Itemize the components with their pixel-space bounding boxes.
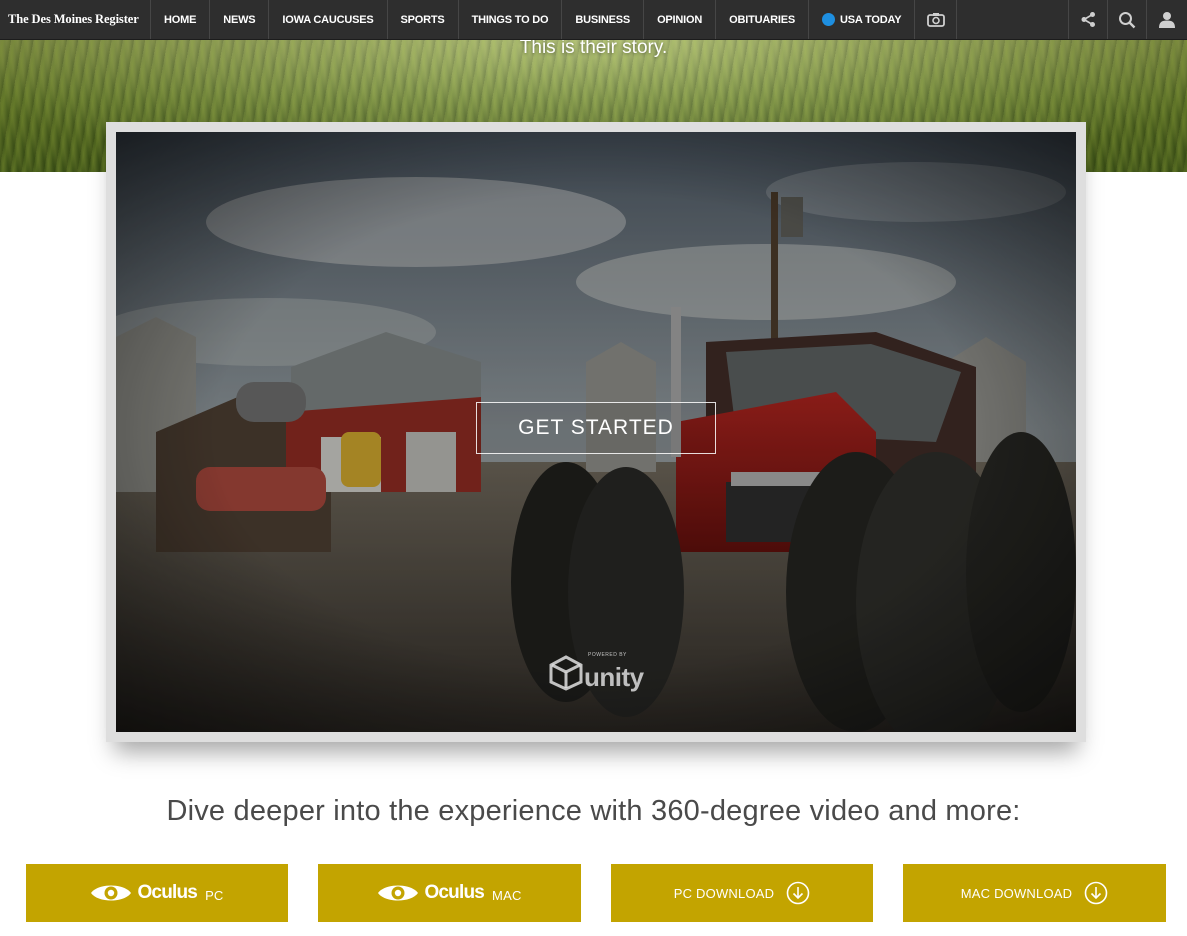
nav-item-usa-today[interactable]: USA TODAY (809, 0, 916, 39)
nav-item-news[interactable]: NEWS (210, 0, 270, 39)
oculus-pc-button[interactable]: Oculus PC (26, 864, 288, 922)
user-account-button[interactable] (1146, 0, 1187, 39)
pc-download-label: PC DOWNLOAD (673, 885, 775, 901)
unity-cube-icon (549, 655, 583, 691)
oculus-mac-platform: MAC (492, 887, 522, 903)
mac-download-button[interactable]: MAC DOWNLOAD (903, 864, 1166, 922)
mac-download-label: MAC DOWNLOAD (960, 885, 1073, 901)
user-icon (1159, 12, 1175, 28)
site-logo[interactable]: The Des Moines Register (0, 0, 151, 39)
nav-item-business[interactable]: BUSINESS (562, 0, 645, 39)
search-icon (1119, 11, 1136, 28)
oculus-pc-platform: PC (205, 887, 224, 903)
nav-item-sports[interactable]: SPORTS (388, 0, 459, 39)
top-navigation-bar: The Des Moines Register HOME NEWS IOWA C… (0, 0, 1187, 40)
nav-item-usa-today-label: USA TODAY (839, 13, 902, 26)
pc-download-button[interactable]: PC DOWNLOAD (611, 864, 873, 922)
usa-today-dot-icon (821, 13, 835, 26)
download-icon (1084, 881, 1108, 905)
eye-icon (378, 885, 419, 901)
game-scene[interactable]: GET STARTED POWERED BY unity (116, 132, 1076, 732)
nav-item-opinion[interactable]: OPINION (644, 0, 717, 39)
camera-icon (926, 13, 945, 27)
game-embed-frame: GET STARTED POWERED BY unity (106, 122, 1086, 742)
search-button[interactable] (1107, 0, 1146, 39)
dive-deeper-heading: Dive deeper into the experience with 360… (166, 795, 1021, 827)
oculus-mac-brand: Oculus (424, 882, 485, 903)
camera-button[interactable] (915, 0, 958, 39)
unity-wordmark: unity (584, 662, 644, 692)
share-button[interactable] (1068, 0, 1107, 39)
oculus-mac-button[interactable]: Oculus MAC (318, 864, 581, 922)
nav-item-things-to-do[interactable]: THINGS TO DO (459, 0, 563, 39)
get-started-button[interactable]: GET STARTED (476, 402, 716, 454)
unity-engine-logo: POWERED BY unity (548, 652, 648, 692)
unity-powered-by-text: POWERED BY (588, 652, 627, 658)
nav-item-obituaries[interactable]: OBITUARIES (716, 0, 809, 39)
share-icon (1081, 12, 1095, 27)
oculus-pc-brand: Oculus (137, 882, 198, 903)
download-icon (786, 881, 810, 905)
nav-item-iowa-caucuses[interactable]: IOWA CAUCUSES (269, 0, 388, 39)
nav-item-home[interactable]: HOME (151, 0, 211, 39)
hero-tagline: This is their story. (519, 37, 668, 58)
download-buttons-row: Oculus PC Oculus MAC PC DOWNLOAD MAC DOW… (26, 864, 1166, 922)
eye-icon (91, 885, 132, 901)
